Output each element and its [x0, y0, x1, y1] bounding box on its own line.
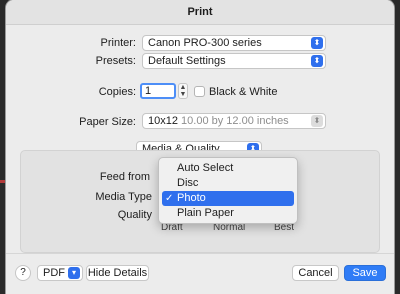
menu-item-label: Plain Paper: [177, 207, 234, 219]
menu-item-label: Disc: [177, 177, 199, 189]
footer-divider: [6, 253, 394, 254]
menu-item-label: Photo: [177, 192, 206, 204]
black-white-label: Black & White: [209, 86, 278, 98]
menu-item-disc[interactable]: Disc: [162, 176, 294, 191]
pdf-menu-button[interactable]: PDF ▾: [37, 265, 83, 281]
menu-item-photo[interactable]: ✓ Photo: [162, 191, 294, 206]
paper-size-detail: 10.00 by 12.00 inches: [181, 115, 289, 127]
help-button[interactable]: ?: [15, 265, 31, 281]
hide-details-button[interactable]: Hide Details: [86, 265, 149, 281]
cancel-button[interactable]: Cancel: [292, 265, 339, 281]
printer-popup[interactable]: Canon PRO-300 series ⬍: [142, 35, 326, 51]
media-type-label: Media Type: [95, 191, 152, 203]
copies-label: Copies:: [98, 86, 136, 98]
printer-label: Printer:: [100, 37, 136, 49]
print-dialog: Print Printer: Canon PRO-300 series ⬍ Pr…: [6, 0, 394, 294]
feed-from-label: Feed from: [99, 171, 150, 183]
chevron-updown-icon: ⬍: [311, 115, 323, 127]
menu-item-label: Auto Select: [177, 162, 234, 174]
chevron-down-icon: ▾: [68, 267, 80, 279]
copies-stepper[interactable]: ▲ ▼: [178, 83, 188, 99]
quality-label: Quality: [117, 209, 152, 221]
chevron-updown-icon: ⬍: [311, 37, 323, 49]
chevron-updown-icon: ⬍: [311, 55, 323, 67]
black-white-checkbox[interactable]: [194, 86, 205, 97]
printer-value: Canon PRO-300 series: [148, 37, 262, 49]
presets-label: Presets:: [95, 55, 136, 67]
menu-item-plain-paper[interactable]: Plain Paper: [162, 206, 294, 221]
dialog-title: Print: [6, 0, 394, 25]
paper-size-label: Paper Size:: [79, 116, 136, 128]
presets-popup[interactable]: Default Settings ⬍: [142, 53, 326, 69]
pdf-label: PDF: [43, 267, 65, 279]
media-type-menu: Auto Select Disc ✓ Photo Plain Paper: [158, 157, 298, 224]
copies-field[interactable]: 1: [140, 83, 176, 99]
paper-size-value: 10x12: [148, 115, 178, 127]
paper-size-popup[interactable]: 10x12 10.00 by 12.00 inches ⬍: [142, 113, 326, 129]
presets-value: Default Settings: [148, 55, 226, 67]
checkmark-icon: ✓: [165, 193, 174, 204]
save-button[interactable]: Save: [344, 265, 386, 281]
menu-item-auto-select[interactable]: Auto Select: [162, 161, 294, 176]
